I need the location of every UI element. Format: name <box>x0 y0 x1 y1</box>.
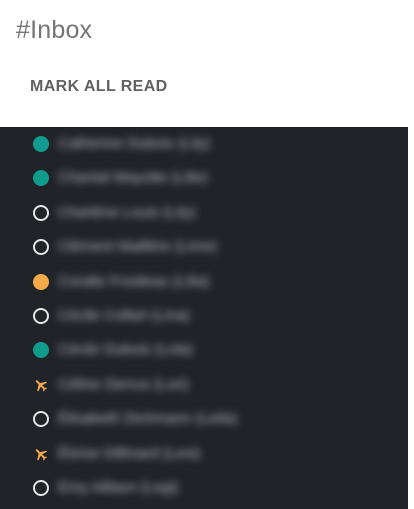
offline-ring-icon <box>33 204 49 221</box>
online-dot-icon <box>33 170 49 187</box>
contact-name: Clément Maillère (Lime) <box>58 238 218 256</box>
page-title: #Inbox <box>16 16 93 44</box>
contact-name: Élisabeth Dichmann (Leila) <box>58 410 238 428</box>
away-dot-icon <box>33 273 49 290</box>
contact-row[interactable]: Coralie Froideau (Lilia) <box>0 265 408 299</box>
contact-name: Emy Aillaon (Legi) <box>58 479 179 496</box>
online-dot-icon <box>33 342 49 359</box>
contact-name: Céline Derrus (Lori) <box>58 375 189 393</box>
offline-ring-icon <box>33 480 49 496</box>
offline-ring-icon <box>33 239 49 256</box>
online-dot-icon <box>33 136 49 152</box>
contact-row[interactable]: Éloïse Dillmard (Lexi) <box>0 437 408 471</box>
contact-name: Cécile Dubois (Lola) <box>58 341 194 359</box>
contact-row[interactable]: Élisabeth Dichmann (Leila) <box>0 402 408 436</box>
contact-name: Catherine Dubois (Lily) <box>58 135 211 152</box>
contact-row[interactable]: Chantal Mayotte (Lilie) <box>0 161 408 195</box>
contact-row[interactable]: Céline Derrus (Lori) <box>0 368 408 402</box>
contact-row[interactable]: Catherine Dubois (Lily) <box>0 127 408 161</box>
contact-row[interactable]: Charlène Louis (Lily) <box>0 196 408 230</box>
contact-row[interactable]: Clément Maillère (Lime) <box>0 230 408 264</box>
contact-row[interactable]: Cécile Dubois (Lola) <box>0 333 408 367</box>
contact-name: Chantal Mayotte (Lilie) <box>58 169 209 187</box>
inbox-header: #Inbox MARK ALL READ <box>0 0 414 127</box>
contact-list: Catherine Dubois (Lily) Chantal Mayotte (… <box>0 127 408 509</box>
contact-row[interactable]: Emy Aillaon (Legi) <box>0 471 408 505</box>
offline-ring-icon <box>33 411 49 428</box>
contact-name: Cécile Collart (Lina) <box>58 307 190 324</box>
mark-all-read-button[interactable]: MARK ALL READ <box>30 78 168 96</box>
contact-name: Éloïse Dillmard (Lexi) <box>58 444 201 462</box>
contact-name: Charlène Louis (Lily) <box>58 203 196 221</box>
airplane-icon <box>33 446 49 462</box>
list-edge <box>408 127 414 509</box>
airplane-icon <box>33 377 49 393</box>
offline-ring-icon <box>33 308 49 324</box>
contact-name: Coralie Froideau (Lilia) <box>58 272 210 290</box>
contact-row[interactable]: Cécile Collart (Lina) <box>0 299 408 333</box>
